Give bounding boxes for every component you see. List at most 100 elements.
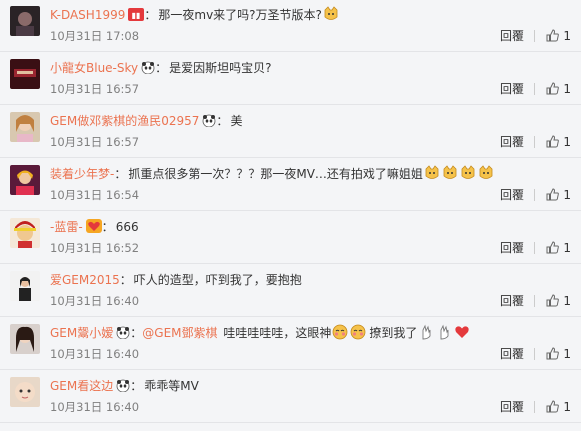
divider: [534, 401, 535, 413]
thumbs-up-icon: [546, 29, 560, 42]
svg-text:▮▮: ▮▮: [132, 11, 141, 20]
colon: ：: [216, 114, 229, 128]
comment-text: 哇哇哇哇哇，这眼神: [219, 326, 332, 340]
colon: ：: [130, 326, 143, 340]
thumbs-up-icon: [546, 400, 560, 413]
comment-time: 10月31日 16:54: [50, 188, 140, 202]
reply-button[interactable]: 回覆: [500, 186, 524, 204]
divider: [534, 83, 535, 95]
cat-face-emoji-icon: [460, 165, 476, 181]
blush-face-emoji-icon: [332, 324, 348, 340]
username-link[interactable]: -蓝雷-: [50, 220, 83, 234]
username-link[interactable]: 爱GEM2015: [50, 273, 120, 287]
panda-badge-icon: [116, 378, 130, 396]
like-button[interactable]: 1: [546, 133, 571, 151]
comment-list: K-DASH1999 ▮▮：那一夜mv来了吗?万圣节版本? 10月31日 17:0…: [0, 0, 581, 431]
comment-text: 美: [230, 114, 243, 128]
like-button[interactable]: 1: [546, 398, 571, 416]
cat-face-emoji-icon: [478, 165, 494, 181]
divider: [534, 295, 535, 307]
comment-item: 爱GEM2015： 吓人的造型，吓到我了，要抱抱 10月31日 16:40 回覆 …: [0, 265, 581, 317]
colon: ：: [119, 273, 132, 287]
username-link[interactable]: 小龍女Blue-Sky: [50, 61, 138, 75]
comment-item: 小龍女Blue-Sky ：是爱因斯坦吗宝贝? 10月31日 16:57 回覆 1: [0, 53, 581, 105]
comment-text: 吓人的造型，吓到我了，要抱抱: [133, 273, 302, 287]
reply-button[interactable]: 回覆: [500, 133, 524, 151]
like-button[interactable]: 1: [546, 186, 571, 204]
comment-time: 10月31日 16:40: [50, 400, 140, 414]
username-link[interactable]: K-DASH1999: [50, 8, 125, 22]
reply-button[interactable]: 回覆: [500, 345, 524, 363]
avatar[interactable]: [10, 6, 40, 36]
like-button[interactable]: 1: [546, 239, 571, 257]
blush-face-emoji-icon: [350, 324, 366, 340]
divider: [534, 242, 535, 254]
cat-face-emoji-icon: [323, 6, 339, 22]
like-button[interactable]: 1: [546, 292, 571, 310]
comment-time: 10月31日 17:08: [50, 29, 140, 43]
like-button[interactable]: 1: [546, 80, 571, 98]
colon: ：: [130, 379, 143, 393]
member-badge-icon: ▮▮: [128, 7, 145, 25]
avatar[interactable]: [10, 377, 40, 407]
cat-face-emoji-icon: [424, 165, 440, 181]
comment-text: 666: [115, 220, 139, 234]
like-count: 1: [563, 400, 571, 414]
divider: [534, 30, 535, 42]
username-link[interactable]: GEM看这边: [50, 379, 113, 393]
avatar[interactable]: [10, 59, 40, 89]
like-button[interactable]: 1: [546, 27, 571, 45]
like-count: 1: [563, 188, 571, 202]
thumbs-up-icon: [546, 188, 560, 201]
divider: [534, 136, 535, 148]
comment-text: 乖乖等MV: [144, 379, 199, 393]
avatar[interactable]: [10, 324, 40, 354]
like-count: 1: [563, 241, 571, 255]
comment-time: 10月31日 16:40: [50, 347, 140, 361]
comment-item: GEM做邓紫棋的渔民02957 ：美 10月31日 16:57 回覆 1: [0, 106, 581, 158]
like-count: 1: [563, 294, 571, 308]
cat-face-emoji-icon: [442, 165, 458, 181]
colon: ：: [114, 167, 127, 181]
reply-button[interactable]: 回覆: [500, 292, 524, 310]
comment-item: -蓝雷- ： 666 10月31日 16:52 回覆 1: [0, 212, 581, 264]
mention-link[interactable]: @GEM鄧紫棋: [142, 326, 217, 340]
panda-badge-icon: [202, 113, 216, 131]
colon: ：: [101, 220, 114, 234]
divider: [534, 189, 535, 201]
hand-gesture-emoji-icon: [436, 324, 452, 340]
reply-button[interactable]: 回覆: [500, 27, 524, 45]
comment-time: 10月31日 16:57: [50, 82, 140, 96]
comment-text: 抓重点很多第一次？？？那一夜MV…还有拍戏了嘛姐姐: [128, 167, 423, 181]
like-count: 1: [563, 29, 571, 43]
reply-button[interactable]: 回覆: [500, 398, 524, 416]
comment-text-continued: 撩到我了: [369, 326, 418, 340]
avatar[interactable]: [10, 165, 40, 195]
panda-badge-icon: [141, 60, 155, 78]
colon: ：: [144, 8, 157, 22]
username-link[interactable]: GEM做邓紫棋的渔民02957: [50, 114, 199, 128]
avatar[interactable]: [10, 271, 40, 301]
comment-time: 10月31日 16:57: [50, 135, 140, 149]
reply-button[interactable]: 回覆: [500, 239, 524, 257]
thumbs-up-icon: [546, 82, 560, 95]
comment-item: GEM看这边 ：乖乖等MV 10月31日 16:40 回覆 1: [0, 371, 581, 423]
thumbs-up-icon: [546, 294, 560, 307]
thumbs-up-icon: [546, 241, 560, 254]
avatar[interactable]: [10, 112, 40, 142]
like-count: 1: [563, 82, 571, 96]
colon: ：: [155, 61, 168, 75]
username-link[interactable]: GEM鬶小嫒: [50, 326, 113, 340]
heart-badge-icon: [85, 219, 102, 237]
thumbs-up-icon: [546, 347, 560, 360]
username-link[interactable]: 装着少年梦-: [50, 167, 114, 181]
like-count: 1: [563, 347, 571, 361]
comment-time: 10月31日 16:52: [50, 241, 140, 255]
comment-item: 装着少年梦-： 抓重点很多第一次？？？那一夜MV…还有拍戏了嘛姐姐 10月31日 …: [0, 159, 581, 211]
like-button[interactable]: 1: [546, 345, 571, 363]
avatar[interactable]: [10, 218, 40, 248]
comment-item: K-DASH1999 ▮▮：那一夜mv来了吗?万圣节版本? 10月31日 17:0…: [0, 0, 581, 52]
reply-button[interactable]: 回覆: [500, 80, 524, 98]
hand-gesture-emoji-icon: [418, 324, 434, 340]
comment-item: GEM鬶小嫒 ：@GEM鄧紫棋 哇哇哇哇哇，这眼神 撩到我了 10月31日 16:4…: [0, 318, 581, 370]
